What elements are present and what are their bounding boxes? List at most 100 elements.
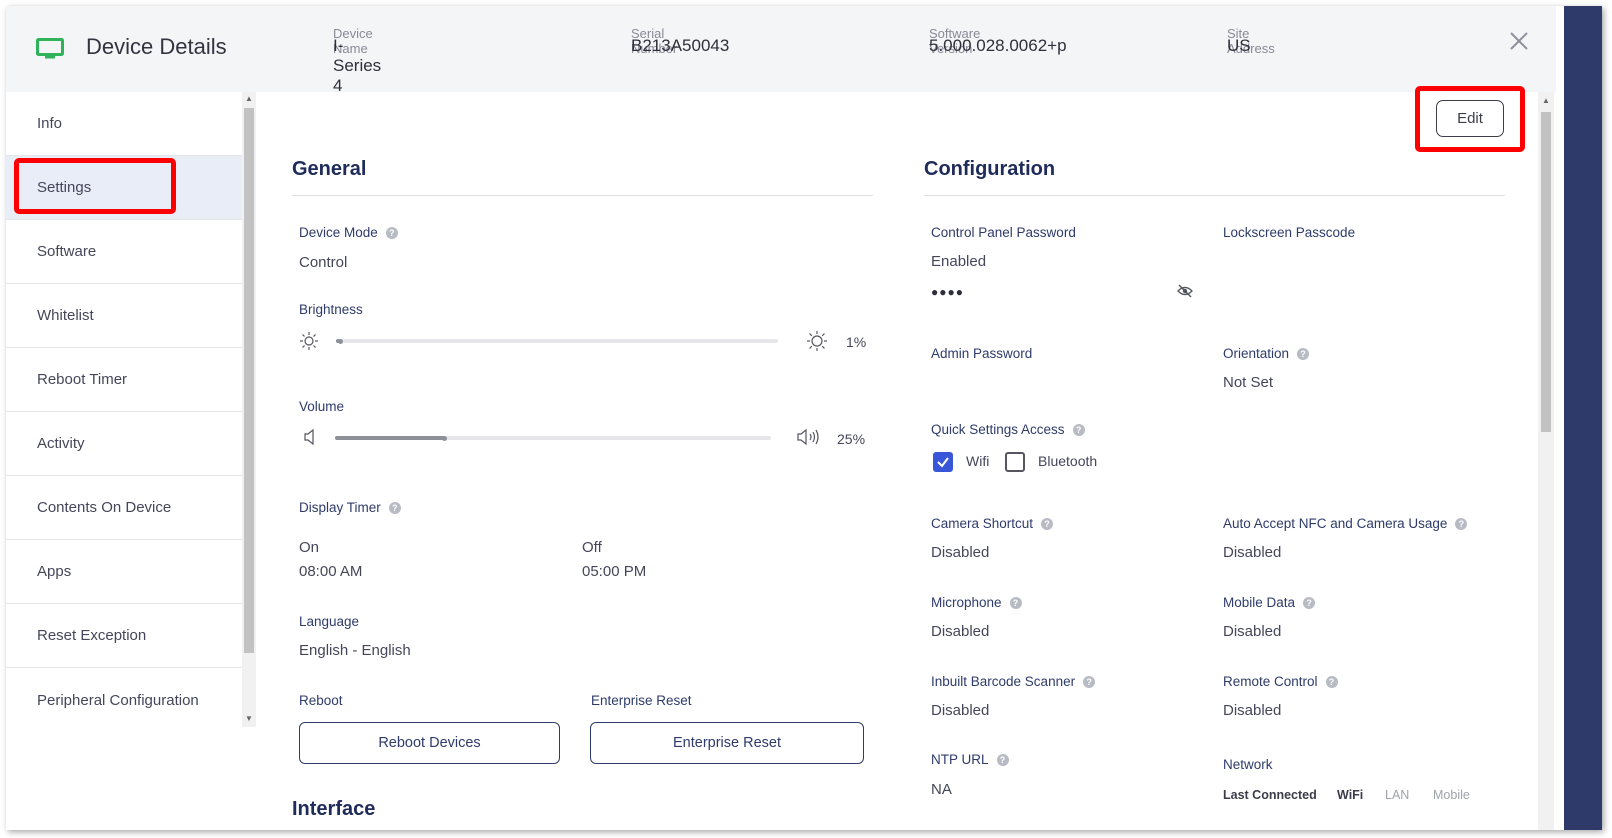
serial-number-value: B213A50043 xyxy=(631,36,730,55)
volume-value: 25% xyxy=(837,431,866,447)
brightness-slider-handle[interactable] xyxy=(338,338,344,344)
speaker-icon xyxy=(304,428,314,446)
brightness-slider[interactable] xyxy=(336,338,778,344)
lockscreen-passcode-label: Lockscreen Passcode xyxy=(1223,225,1356,240)
reboot-devices-button[interactable]: Reboot Devices xyxy=(299,722,560,764)
orientation-value: Not Set xyxy=(1223,374,1274,391)
volume-slider-handle[interactable] xyxy=(442,435,447,441)
network-tab-wifi[interactable]: WiFi xyxy=(1337,788,1363,802)
scroll-up-arrow-icon[interactable]: ▲ xyxy=(1542,96,1550,105)
camera-shortcut-label: Camera Shortcut? xyxy=(931,516,1054,531)
sidebar-item-label: Reset Exception xyxy=(37,627,147,644)
network-label: Network xyxy=(1223,757,1273,772)
display-timer-off-label: Off xyxy=(582,539,602,556)
general-section-title: General xyxy=(292,158,367,180)
main-scrollbar[interactable]: ▲ xyxy=(1538,92,1554,830)
reboot-label: Reboot xyxy=(299,693,343,708)
device-details-window: Device Details Device Name I-Series 4 Se… xyxy=(6,6,1602,830)
site-address-value: US xyxy=(1227,36,1251,55)
auto-accept-nfc-value: Disabled xyxy=(1223,544,1282,561)
configuration-divider xyxy=(924,195,1505,196)
speaker-loud-icon xyxy=(797,428,819,446)
barcode-scanner-value: Disabled xyxy=(931,702,990,719)
sidebar-item-settings[interactable]: Settings xyxy=(6,156,242,220)
header: Device Details Device Name I-Series 4 Se… xyxy=(6,6,1602,95)
device-mode-label: Device Mode? xyxy=(299,225,398,240)
interface-section-title: Interface xyxy=(292,798,376,816)
ntp-url-value: NA xyxy=(931,781,952,798)
help-icon[interactable]: ? xyxy=(388,502,401,514)
sidebar-item-contents-on-device[interactable]: Contents On Device xyxy=(6,476,242,540)
sidebar-item-reboot-timer[interactable]: Reboot Timer xyxy=(6,348,242,412)
display-timer-label-text: Display Timer xyxy=(299,500,381,515)
sidebar-item-label: Info xyxy=(37,115,63,132)
help-icon[interactable]: ? xyxy=(1009,597,1022,609)
quick-settings-label-text: Quick Settings Access xyxy=(931,422,1065,437)
sidebar-scrollbar-thumb[interactable] xyxy=(244,108,254,653)
sidebar-item-activity[interactable]: Activity xyxy=(6,412,242,476)
sidebar-item-reset-exception[interactable]: Reset Exception xyxy=(6,604,242,668)
control-panel-password-masked: ●●●● xyxy=(931,285,964,299)
barcode-scanner-label: Inbuilt Barcode Scanner? xyxy=(931,674,1096,689)
scroll-down-arrow-icon[interactable]: ▼ xyxy=(245,714,253,723)
device-name-value: I-Series 4 xyxy=(333,36,382,95)
network-tab-mobile[interactable]: Mobile xyxy=(1433,788,1470,802)
network-tab-last-connected[interactable]: Last Connected xyxy=(1223,788,1317,802)
language-label: Language xyxy=(299,614,360,629)
help-icon[interactable]: ? xyxy=(1325,676,1338,688)
wifi-checkbox[interactable] xyxy=(933,452,953,472)
control-panel-password-value: Enabled xyxy=(931,253,987,270)
display-timer-on-value: 08:00 AM xyxy=(299,563,363,580)
remote-control-value: Disabled xyxy=(1223,702,1282,719)
remote-control-label: Remote Control? xyxy=(1223,674,1338,689)
bluetooth-checkbox[interactable] xyxy=(1005,452,1025,472)
help-icon[interactable]: ? xyxy=(996,754,1009,766)
microphone-value: Disabled xyxy=(931,623,990,640)
admin-password-label: Admin Password xyxy=(931,346,1033,361)
check-icon xyxy=(937,457,949,468)
device-mode-value: Control xyxy=(299,254,348,271)
help-icon[interactable]: ? xyxy=(1041,518,1054,530)
eye-off-icon[interactable] xyxy=(1177,284,1193,298)
orientation-label: Orientation? xyxy=(1223,346,1310,361)
sidebar-item-label: Reboot Timer xyxy=(37,371,128,388)
brightness-label: Brightness xyxy=(299,302,363,317)
mobile-data-label-text: Mobile Data xyxy=(1223,595,1296,610)
help-icon[interactable]: ? xyxy=(385,227,398,239)
sidebar-item-apps[interactable]: Apps xyxy=(6,540,242,604)
network-tab-lan[interactable]: LAN xyxy=(1385,788,1409,802)
microphone-label-text: Microphone xyxy=(931,595,1002,610)
sidebar-item-label: Activity xyxy=(37,435,85,452)
help-icon[interactable]: ? xyxy=(1072,424,1085,436)
enterprise-reset-button[interactable]: Enterprise Reset xyxy=(590,722,864,764)
control-panel-password-label: Control Panel Password xyxy=(931,225,1076,240)
camera-shortcut-label-text: Camera Shortcut xyxy=(931,516,1034,531)
bluetooth-checkbox-label: Bluetooth xyxy=(1038,453,1098,469)
help-icon[interactable]: ? xyxy=(1455,518,1468,530)
device-mode-label-text: Device Mode xyxy=(299,225,378,240)
sidebar-item-whitelist[interactable]: Whitelist xyxy=(6,284,242,348)
volume-slider[interactable] xyxy=(335,435,771,441)
edge-gap xyxy=(1556,6,1564,830)
main-scrollbar-thumb[interactable] xyxy=(1541,112,1551,432)
general-divider xyxy=(292,195,873,196)
barcode-scanner-label-text: Inbuilt Barcode Scanner xyxy=(931,674,1076,689)
enterprise-reset-label: Enterprise Reset xyxy=(591,693,692,708)
sidebar: Info Settings Software Whitelist Reboot … xyxy=(6,92,242,830)
scroll-up-arrow-icon[interactable]: ▲ xyxy=(245,94,253,103)
camera-shortcut-value: Disabled xyxy=(931,544,990,561)
sidebar-item-peripheral-configuration[interactable]: Peripheral Configuration xyxy=(6,668,242,732)
page-title: Device Details xyxy=(86,34,227,59)
sidebar-item-info[interactable]: Info xyxy=(6,92,242,156)
help-icon[interactable]: ? xyxy=(1083,676,1096,688)
edit-button[interactable]: Edit xyxy=(1436,100,1504,137)
language-value: English - English xyxy=(299,642,411,659)
help-icon[interactable]: ? xyxy=(1303,597,1316,609)
remote-control-label-text: Remote Control xyxy=(1223,674,1318,689)
auto-accept-nfc-label: Auto Accept NFC and Camera Usage? xyxy=(1223,516,1468,531)
help-icon[interactable]: ? xyxy=(1297,348,1310,360)
sidebar-item-software[interactable]: Software xyxy=(6,220,242,284)
sidebar-scrollbar[interactable]: ▲ ▼ xyxy=(242,92,256,727)
configuration-section-title: Configuration xyxy=(924,158,1056,180)
close-icon[interactable] xyxy=(1506,28,1532,54)
